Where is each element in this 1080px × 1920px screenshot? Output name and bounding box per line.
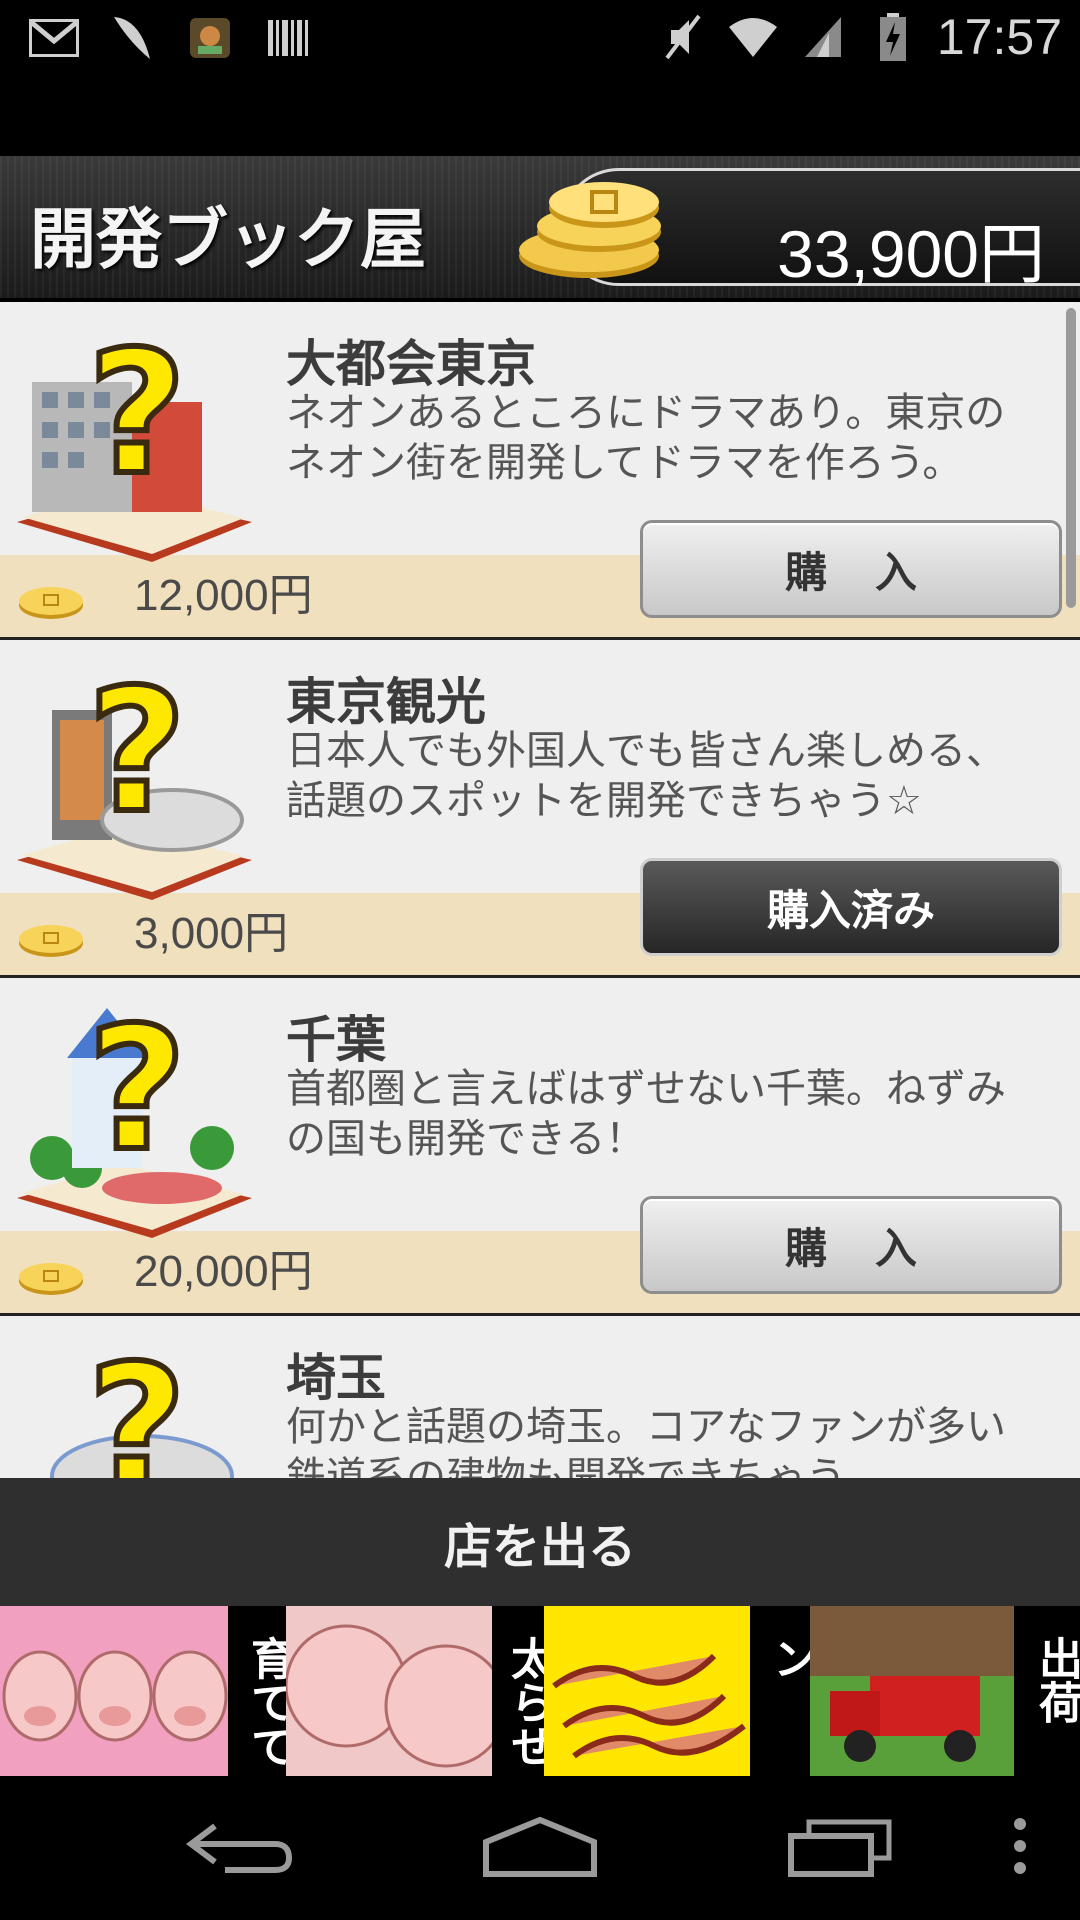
- buy-button[interactable]: 購入: [640, 1196, 1062, 1294]
- app-notification-icon: [184, 12, 236, 64]
- battery-charging-icon: [867, 11, 919, 63]
- feather-icon: [106, 12, 158, 64]
- ad-bacon-image: [544, 1606, 750, 1776]
- item-title: 千葉: [286, 1011, 386, 1069]
- clock: 17:57: [936, 9, 1062, 65]
- coin-icon: [16, 1261, 86, 1297]
- leave-shop-button[interactable]: 店を出る: [0, 1478, 1080, 1606]
- status-bar: 17:57: [0, 0, 1080, 80]
- coin-stack-icon: [504, 176, 684, 286]
- wifi-icon: [727, 11, 779, 63]
- back-icon[interactable]: [180, 1806, 300, 1886]
- list-item: ? 東京観光 日本人でも外国人でも皆さん楽しめる、話題のスポットを開発できちゃう…: [0, 640, 1080, 978]
- book-thumbnail-castle-icon: ?: [12, 988, 262, 1258]
- item-title: 埼玉: [286, 1349, 386, 1407]
- navigation-bar: [0, 1776, 1080, 1920]
- ad-label-segment: 太らせ: [492, 1606, 544, 1776]
- ad-label: 出荷: [1031, 1636, 1080, 1724]
- ad-label: ベーコン: [765, 1636, 810, 1680]
- book-list[interactable]: ? 大都会東京 ネオンあるところにドラマあり。東京のネオン街を開発してドラマを作…: [0, 302, 1080, 1478]
- item-price: 20,000円: [134, 1247, 313, 1296]
- purchased-button[interactable]: 購入済み: [640, 858, 1062, 956]
- ad-label: 太らせ: [503, 1636, 544, 1768]
- ad-label-segment: ベーコン: [750, 1606, 810, 1776]
- shop-header: 開発ブック屋 33,900円: [0, 156, 1080, 298]
- page-title: 開発ブック屋: [30, 201, 426, 278]
- list-item: ? 埼玉 何かと話題の埼玉。コアなファンが多い鉄道系の建物も開発できちゃう。: [0, 1316, 1080, 1478]
- overflow-menu-icon[interactable]: [960, 1806, 1080, 1886]
- item-title: 東京観光: [286, 673, 486, 731]
- book-thumbnail-city-icon: ?: [12, 312, 262, 582]
- buy-button[interactable]: 購入: [640, 520, 1062, 618]
- mute-icon: [657, 11, 709, 63]
- item-description: 何かと話題の埼玉。コアなファンが多い鉄道系の建物も開発できちゃう。: [286, 1404, 1006, 1478]
- svg-text:?: ?: [88, 998, 187, 1189]
- coin-icon: [16, 585, 86, 621]
- ad-truck-image: [810, 1606, 1014, 1776]
- item-price: 12,000円: [134, 571, 313, 620]
- money-amount: 33,900円: [777, 217, 1045, 291]
- item-description: 首都圏と言えばはずせない千葉。ねずみの国も開発できる！: [286, 1066, 1006, 1162]
- recent-apps-icon[interactable]: [780, 1806, 900, 1886]
- signal-icon: [797, 11, 849, 63]
- ad-fat-pigs-image: [286, 1606, 492, 1776]
- item-description: 日本人でも外国人でも皆さん楽しめる、話題のスポットを開発できちゃう☆: [286, 728, 1006, 824]
- ad-label: 育てて: [243, 1636, 286, 1768]
- list-item: ? 千葉 首都圏と言えばはずせない千葉。ねずみの国も開発できる！ 20,000円…: [0, 978, 1080, 1316]
- coin-icon: [16, 923, 86, 959]
- item-title: 大都会東京: [286, 335, 536, 393]
- ad-label-segment: 育てて: [228, 1606, 286, 1776]
- svg-text:?: ?: [88, 322, 187, 513]
- book-thumbnail-sightseeing-icon: ?: [12, 650, 262, 920]
- gmail-icon: [28, 12, 80, 64]
- svg-text:?: ?: [88, 1336, 187, 1478]
- svg-text:?: ?: [88, 660, 187, 851]
- item-description: ネオンあるところにドラマあり。東京のネオン街を開発してドラマを作ろう。: [286, 390, 1006, 486]
- ad-label-segment: 出荷: [1014, 1606, 1080, 1776]
- ad-pigs-image: [0, 1606, 228, 1776]
- ad-banner[interactable]: 育てて 太らせ ベーコン 出荷: [0, 1606, 1080, 1776]
- home-icon[interactable]: [480, 1806, 600, 1886]
- barcode-icon: [262, 12, 314, 64]
- scrollbar[interactable]: [1066, 308, 1076, 608]
- item-price: 3,000円: [134, 909, 289, 958]
- list-item: ? 大都会東京 ネオンあるところにドラマあり。東京のネオン街を開発してドラマを作…: [0, 302, 1080, 640]
- book-thumbnail-stadium-icon: ?: [12, 1326, 262, 1478]
